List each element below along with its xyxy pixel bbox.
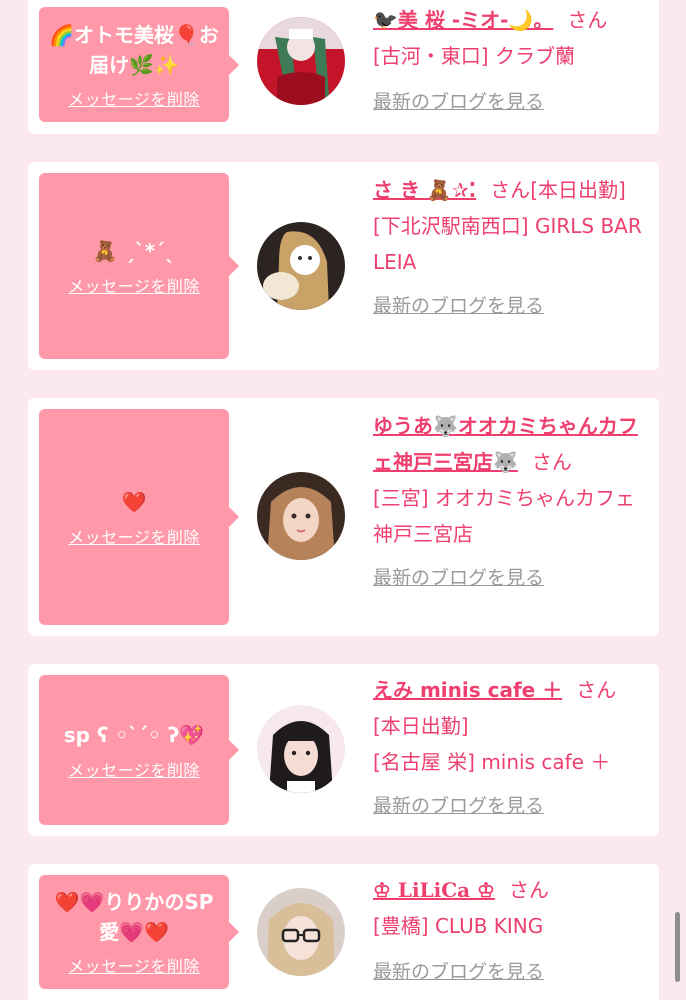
delete-message-link[interactable]: メッセージを削除 bbox=[68, 86, 200, 110]
message-text: ❤️ bbox=[121, 489, 147, 514]
cast-info: さ き 🧸✰⁚ さん[本日出勤] [下北沢駅南西口] GIRLS BAR LEIA… bbox=[373, 172, 648, 324]
cast-info: えみ minis cafe ＋ さん [本日出勤] [名古屋 栄] minis c… bbox=[373, 672, 648, 824]
message-box: ❤️ メッセージを削除 bbox=[39, 409, 239, 625]
message-box: ❤️💗りりかのSP愛💗❤️ メッセージを削除 bbox=[39, 875, 239, 989]
message-text: sp ʕ ◦`ˊ◦ ʔ💖 bbox=[63, 722, 205, 747]
cast-info: ♔ LiLiCa ♔ さん [豊橋] CLUB KING 最新のブログを見る bbox=[373, 872, 648, 990]
cast-name-link[interactable]: えみ minis cafe ＋ bbox=[373, 678, 562, 702]
message-text: 🌈オトモ美桜🎈お届け🌿✨ bbox=[49, 22, 219, 77]
delete-message-link[interactable]: メッセージを削除 bbox=[68, 757, 200, 781]
avatar[interactable] bbox=[257, 888, 345, 976]
avatar[interactable] bbox=[257, 472, 345, 560]
delete-message-link[interactable]: メッセージを削除 bbox=[68, 273, 200, 297]
cast-name-link[interactable]: ゆうあ🐺オオカミちゃんカフェ神戸三宮店🐺 bbox=[373, 414, 638, 474]
delete-message-link[interactable]: メッセージを削除 bbox=[68, 524, 200, 548]
avatar[interactable] bbox=[257, 222, 345, 310]
honorific: さん bbox=[508, 878, 549, 902]
honorific: さん bbox=[531, 450, 572, 474]
message-box: 🌈オトモ美桜🎈お届け🌿✨ メッセージを削除 bbox=[39, 7, 239, 122]
latest-blog-link[interactable]: 最新のブログを見る bbox=[373, 788, 648, 824]
delete-message-link[interactable]: メッセージを削除 bbox=[68, 953, 200, 977]
avatar[interactable] bbox=[257, 705, 345, 793]
attendance-status: [本日出勤] bbox=[373, 714, 469, 738]
message-box: sp ʕ ◦`ˊ◦ ʔ💖 メッセージを削除 bbox=[39, 675, 239, 825]
cast-info: ゆうあ🐺オオカミちゃんカフェ神戸三宮店🐺 さん [三宮] オオカミちゃんカフェ神戸… bbox=[373, 408, 648, 596]
message-card-1: 🌈オトモ美桜🎈お届け🌿✨ メッセージを削除 🐦‍⬛美 桜 -ミオ-🌙。 さん [古… bbox=[28, 0, 659, 134]
message-card-3: ❤️ メッセージを削除 ゆうあ🐺オオカミちゃんカフェ神戸三宮店🐺 さん [三宮] … bbox=[28, 398, 659, 636]
cast-name-link[interactable]: さ き 🧸✰⁚ bbox=[373, 178, 476, 202]
message-text: 🧸 ˏˋ*ˊˎ bbox=[92, 238, 176, 263]
latest-blog-link[interactable]: 最新のブログを見る bbox=[373, 560, 648, 596]
cast-name-link[interactable]: ♔ LiLiCa ♔ bbox=[373, 878, 495, 902]
honorific: さん bbox=[576, 678, 617, 702]
message-box: 🧸 ˏˋ*ˊˎ メッセージを削除 bbox=[39, 173, 239, 359]
shop-location: [名古屋 栄] minis cafe ＋ bbox=[373, 750, 611, 774]
message-card-5: ❤️💗りりかのSP愛💗❤️ メッセージを削除 ♔ LiLiCa ♔ さん [豊橋]… bbox=[28, 864, 659, 1000]
page: 🌈オトモ美桜🎈お届け🌿✨ メッセージを削除 🐦‍⬛美 桜 -ミオ-🌙。 さん [古… bbox=[0, 0, 686, 1000]
latest-blog-link[interactable]: 最新のブログを見る bbox=[373, 84, 648, 120]
cast-info: 🐦‍⬛美 桜 -ミオ-🌙。 さん [古河・東口] クラブ蘭 最新のブログを見る bbox=[373, 2, 648, 120]
message-card-2: 🧸 ˏˋ*ˊˎ メッセージを削除 さ き 🧸✰⁚ さん[本日出勤] [下北沢駅南西… bbox=[28, 162, 659, 370]
shop-location: [下北沢駅南西口] GIRLS BAR LEIA bbox=[373, 214, 642, 274]
message-text: ❤️💗りりかのSP愛💗❤️ bbox=[54, 890, 214, 944]
honorific: さん bbox=[567, 8, 608, 32]
latest-blog-link[interactable]: 最新のブログを見る bbox=[373, 954, 648, 990]
message-card-4: sp ʕ ◦`ˊ◦ ʔ💖 メッセージを削除 えみ minis cafe ＋ さん … bbox=[28, 664, 659, 836]
cast-name-link[interactable]: 🐦‍⬛美 桜 -ミオ-🌙。 bbox=[373, 8, 553, 32]
shop-location: [三宮] オオカミちゃんカフェ神戸三宮店 bbox=[373, 486, 635, 546]
avatar[interactable] bbox=[257, 17, 345, 105]
attendance-status: [本日出勤] bbox=[530, 178, 626, 202]
shop-location: [古河・東口] クラブ蘭 bbox=[373, 44, 575, 68]
scrollbar-thumb[interactable] bbox=[675, 912, 680, 982]
honorific: さん bbox=[490, 178, 531, 202]
latest-blog-link[interactable]: 最新のブログを見る bbox=[373, 288, 648, 324]
shop-location: [豊橋] CLUB KING bbox=[373, 914, 544, 938]
